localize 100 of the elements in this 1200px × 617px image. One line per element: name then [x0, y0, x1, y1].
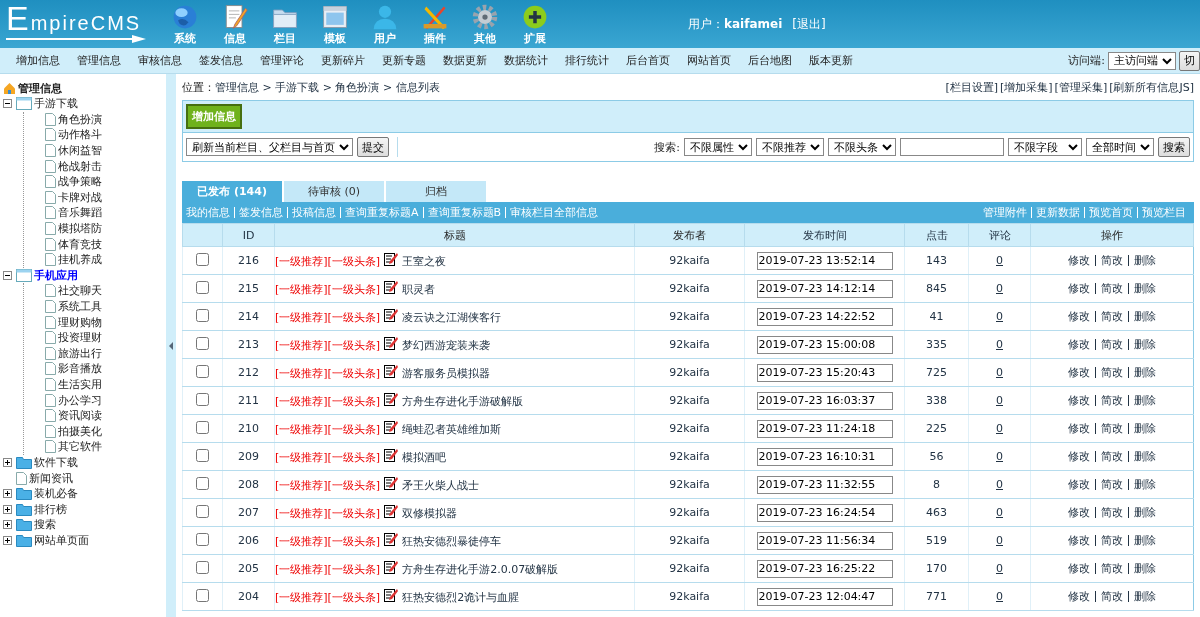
- submit-button[interactable]: 提交: [357, 137, 389, 157]
- action-link[interactable]: 简改: [1095, 283, 1128, 294]
- tree-item[interactable]: 模拟塔防: [58, 221, 102, 237]
- expand-icon[interactable]: [3, 489, 12, 499]
- action-link[interactable]: 简改: [1095, 339, 1128, 350]
- action-link[interactable]: 修改: [1063, 423, 1095, 434]
- comments-link[interactable]: 0: [996, 254, 1003, 267]
- action-link[interactable]: 删除: [1128, 395, 1161, 406]
- row-checkbox[interactable]: [196, 532, 209, 546]
- title-link[interactable]: 双修模拟器: [402, 507, 458, 520]
- tree-item[interactable]: 手游下载: [34, 96, 78, 112]
- comments-link[interactable]: 0: [996, 562, 1003, 575]
- nav-link[interactable]: 后台地图: [748, 53, 792, 68]
- expand-icon[interactable]: [3, 520, 12, 530]
- edit-icon[interactable]: [384, 308, 399, 322]
- edit-icon[interactable]: [384, 392, 399, 406]
- tree-item[interactable]: 理财购物: [58, 314, 102, 330]
- nav-link[interactable]: 签发信息: [199, 53, 243, 68]
- tree-item[interactable]: 挂机养成: [58, 252, 102, 268]
- action-link[interactable]: 简改: [1095, 255, 1128, 266]
- action-link[interactable]: 简改: [1095, 423, 1128, 434]
- title-link[interactable]: 模拟酒吧: [402, 451, 447, 464]
- top-link[interactable]: [栏目设置]: [945, 80, 998, 96]
- date-field[interactable]: 2019-07-23 13:52:14: [756, 251, 893, 270]
- action-link[interactable]: 删除: [1128, 535, 1161, 546]
- tree-item[interactable]: 软件下载: [34, 454, 78, 470]
- edit-icon[interactable]: [384, 280, 399, 294]
- action-link[interactable]: 删除: [1128, 451, 1161, 462]
- action-link[interactable]: 修改: [1063, 395, 1095, 406]
- row-checkbox[interactable]: [196, 476, 209, 490]
- date-field[interactable]: 2019-07-23 16:25:22: [756, 559, 893, 578]
- switch-button[interactable]: 切: [1179, 50, 1200, 71]
- action-link[interactable]: 删除: [1128, 563, 1161, 574]
- tree-item[interactable]: 生活实用: [58, 377, 102, 392]
- tree-item[interactable]: 动作格斗: [58, 127, 102, 143]
- tree-item[interactable]: 系统工具: [58, 299, 102, 314]
- expand-icon[interactable]: [3, 504, 12, 514]
- expand-icon[interactable]: [3, 535, 12, 545]
- title-link[interactable]: 狂热安德烈暴徒停车: [402, 535, 502, 548]
- edit-icon[interactable]: [384, 364, 399, 378]
- tree-item[interactable]: 装机必备: [34, 486, 78, 502]
- date-field[interactable]: 2019-07-23 11:56:34: [756, 531, 893, 550]
- collapse-arrow-icon[interactable]: [169, 341, 173, 350]
- action-link[interactable]: 简改: [1095, 591, 1128, 602]
- row-checkbox[interactable]: [196, 448, 209, 462]
- time-select[interactable]: 全部时间: [1086, 138, 1154, 156]
- title-link[interactable]: 方舟生存进化手游破解版: [402, 395, 524, 408]
- comments-link[interactable]: 0: [996, 422, 1003, 435]
- top-link[interactable]: [增加采集]: [1000, 80, 1053, 96]
- comments-link[interactable]: 0: [996, 590, 1003, 603]
- action-link[interactable]: 删除: [1128, 311, 1161, 322]
- nav-link[interactable]: 版本更新: [809, 53, 853, 68]
- date-field[interactable]: 2019-07-23 12:04:47: [756, 587, 893, 606]
- comments-link[interactable]: 0: [996, 478, 1003, 491]
- action-link[interactable]: 删除: [1128, 283, 1161, 294]
- action-link[interactable]: 简改: [1095, 535, 1128, 546]
- action-link[interactable]: 修改: [1063, 451, 1095, 462]
- comments-link[interactable]: 0: [996, 534, 1003, 547]
- edit-icon[interactable]: [384, 476, 399, 490]
- tree-item[interactable]: 其它软件: [58, 439, 102, 455]
- tree-item[interactable]: 休闲益智: [58, 143, 102, 159]
- action-link[interactable]: 修改: [1063, 283, 1095, 294]
- action-link[interactable]: 删除: [1128, 479, 1161, 490]
- title-link[interactable]: 凌云诀之江湖侠客行: [402, 311, 502, 324]
- row-checkbox[interactable]: [196, 252, 209, 266]
- filter-select[interactable]: 不限属性: [684, 138, 752, 156]
- title-link[interactable]: 职灵者: [402, 283, 436, 296]
- collapse-icon[interactable]: [3, 270, 12, 280]
- date-field[interactable]: 2019-07-23 14:22:52: [756, 307, 893, 326]
- nav-link[interactable]: 更新专题: [382, 53, 426, 68]
- title-link[interactable]: 梦幻西游宠装来袭: [402, 339, 491, 352]
- nav-link[interactable]: 更新碎片: [321, 53, 365, 68]
- refresh-select[interactable]: 刷新当前栏目、父栏目与首页: [186, 138, 353, 156]
- access-select[interactable]: 主访问端: [1108, 51, 1176, 70]
- action-link[interactable]: 修改: [1063, 535, 1095, 546]
- title-link[interactable]: 绳蛙忍者英雄维加斯: [402, 423, 502, 436]
- action-link[interactable]: 修改: [1063, 339, 1095, 350]
- comments-link[interactable]: 0: [996, 506, 1003, 519]
- row-checkbox[interactable]: [196, 308, 209, 322]
- row-checkbox[interactable]: [196, 336, 209, 350]
- nav-link[interactable]: 审核信息: [138, 53, 182, 68]
- row-checkbox[interactable]: [196, 280, 209, 294]
- tree-item[interactable]: 手机应用: [34, 267, 78, 283]
- date-field[interactable]: 2019-07-23 15:20:43: [756, 363, 893, 382]
- title-link[interactable]: 游客服务员模拟器: [402, 367, 491, 380]
- date-field[interactable]: 2019-07-23 15:00:08: [756, 335, 893, 354]
- date-field[interactable]: 2019-07-23 11:24:18: [756, 419, 893, 438]
- action-link[interactable]: 删除: [1128, 255, 1161, 266]
- action-link[interactable]: 修改: [1063, 591, 1095, 602]
- action-link[interactable]: 删除: [1128, 367, 1161, 378]
- tree-item[interactable]: 角色扮演: [58, 111, 102, 127]
- action-link[interactable]: 修改: [1063, 563, 1095, 574]
- tree-item[interactable]: 新闻资讯: [29, 470, 73, 486]
- date-field[interactable]: 2019-07-23 16:24:54: [756, 503, 893, 522]
- tree-item[interactable]: 排行榜: [34, 501, 67, 517]
- action-link[interactable]: 简改: [1095, 451, 1128, 462]
- row-checkbox[interactable]: [196, 420, 209, 434]
- action-link[interactable]: 修改: [1063, 311, 1095, 322]
- top-link[interactable]: [刷新所有信息JS]: [1109, 80, 1194, 96]
- expand-icon[interactable]: [3, 457, 12, 467]
